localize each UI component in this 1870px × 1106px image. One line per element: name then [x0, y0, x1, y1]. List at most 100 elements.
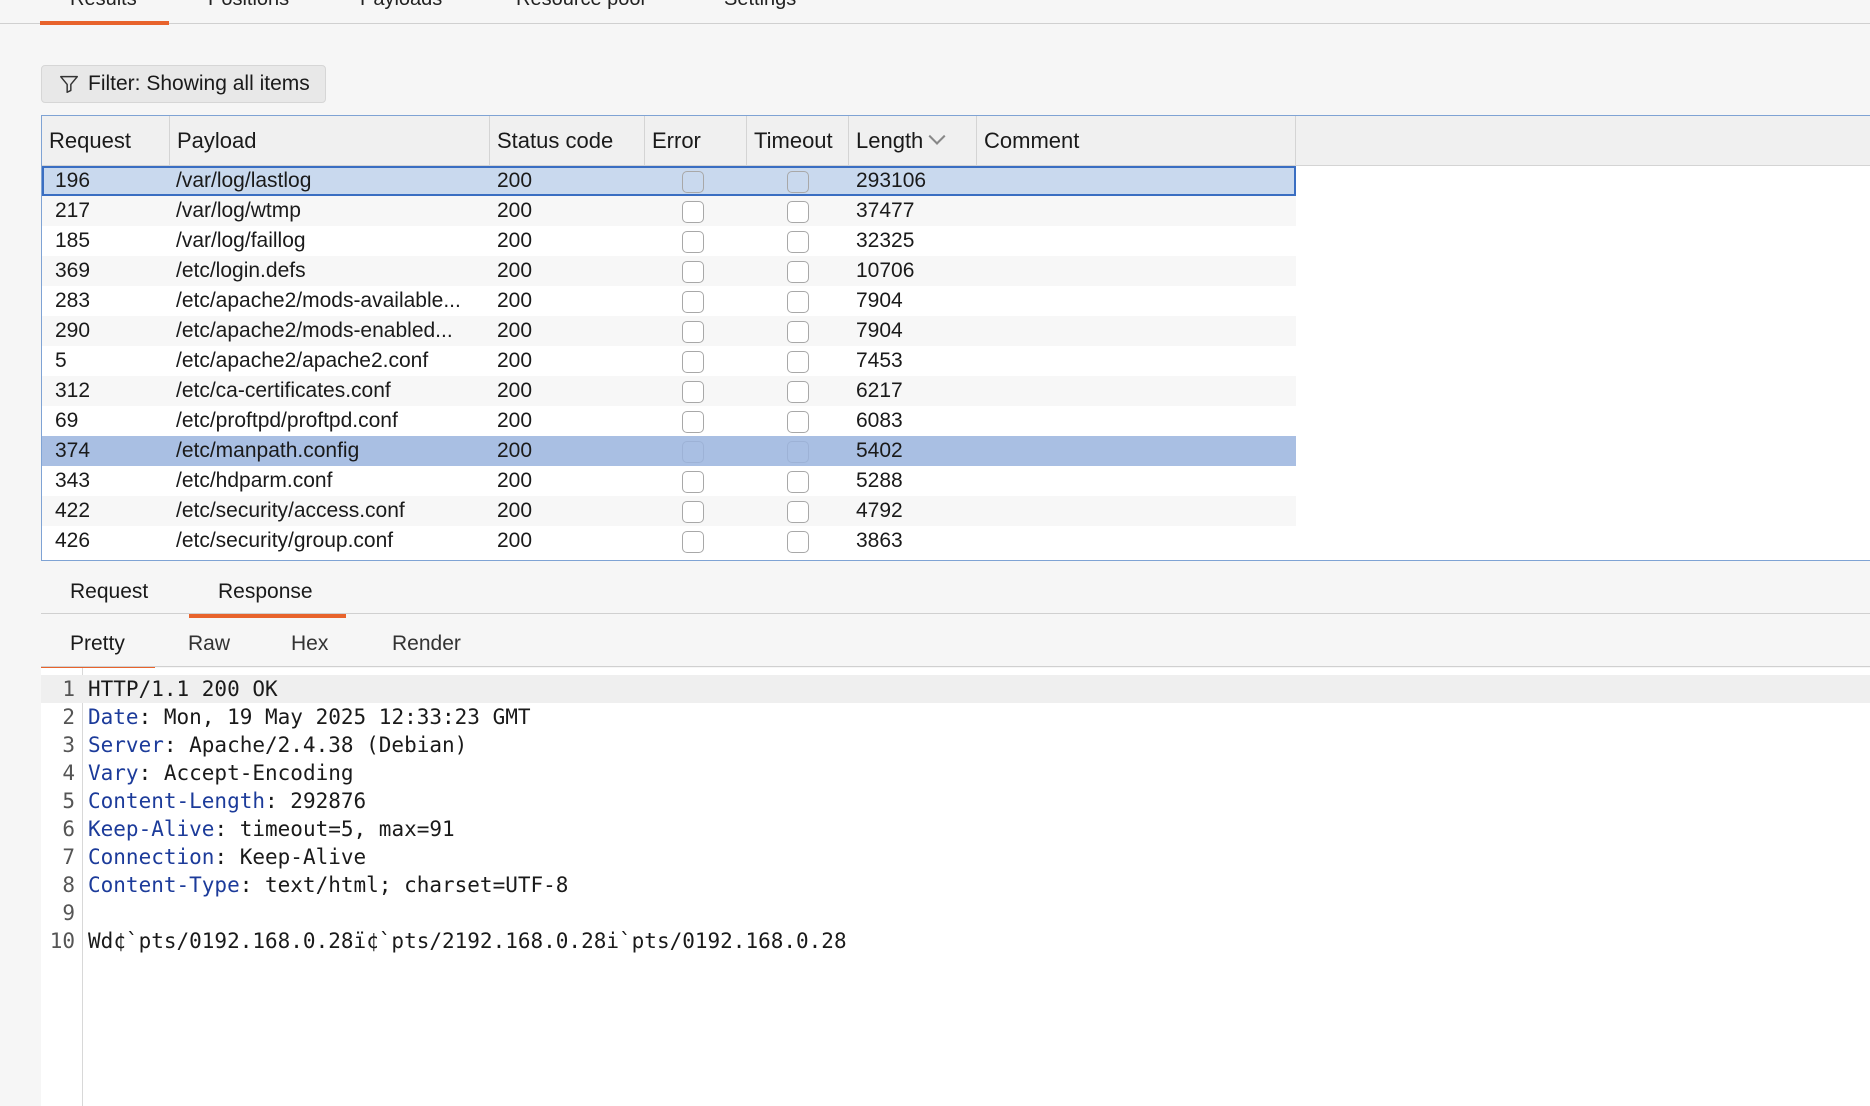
error-checkbox[interactable] — [682, 411, 704, 433]
timeout-checkbox[interactable] — [787, 261, 809, 283]
cell-status: 200 — [497, 259, 533, 282]
tab-response[interactable]: Response — [189, 580, 345, 618]
cell-payload: /etc/login.defs — [176, 259, 306, 282]
table-row[interactable]: 312/etc/ca-certificates.conf 200 6217 — [42, 376, 1296, 406]
column-header-request[interactable]: Request — [42, 116, 170, 165]
tab-render[interactable]: Render — [392, 632, 461, 656]
code-line: 3 Server: Apache/2.4.38 (Debian) — [41, 731, 1870, 759]
cell-payload: /etc/security/access.conf — [176, 499, 405, 522]
code-line: 4 Vary: Accept-Encoding — [41, 759, 1870, 787]
cell-length: 3863 — [856, 529, 903, 552]
error-checkbox[interactable] — [682, 381, 704, 403]
error-checkbox[interactable] — [682, 441, 704, 463]
tab-results[interactable]: Results — [40, 0, 169, 25]
line-content: Keep-Alive: timeout=5, max=91 — [88, 815, 455, 843]
error-checkbox[interactable] — [682, 471, 704, 493]
cell-payload: /etc/apache2/mods-available... — [176, 289, 461, 312]
line-content: Connection: Keep-Alive — [88, 843, 366, 871]
header-value: : 292876 — [265, 789, 367, 813]
tab-request[interactable]: Request — [70, 580, 148, 604]
tab-settings[interactable]: Settings — [724, 0, 796, 11]
table-row[interactable]: 217/var/log/wtmp 200 37477 — [42, 196, 1296, 226]
error-checkbox[interactable] — [682, 351, 704, 373]
table-row[interactable]: 196/var/log/lastlog 200 293106 — [42, 166, 1296, 196]
timeout-checkbox[interactable] — [787, 441, 809, 463]
timeout-checkbox[interactable] — [787, 411, 809, 433]
tab-raw[interactable]: Raw — [188, 632, 230, 656]
column-header-length[interactable]: Length — [849, 116, 977, 165]
timeout-checkbox[interactable] — [787, 321, 809, 343]
table-row[interactable]: 185/var/log/faillog 200 32325 — [42, 226, 1296, 256]
code-line: 7 Connection: Keep-Alive — [41, 843, 1870, 871]
timeout-checkbox[interactable] — [787, 471, 809, 493]
line-number: 10 — [49, 929, 75, 953]
cell-comment — [977, 196, 1296, 226]
cell-length: 32325 — [856, 229, 915, 252]
column-header-comment[interactable]: Comment — [977, 116, 1296, 165]
funnel-icon — [60, 75, 78, 93]
timeout-checkbox[interactable] — [787, 231, 809, 253]
response-editor[interactable]: 1 HTTP/1.1 200 OK 2 Date: Mon, 19 May 2025 … — [41, 668, 1870, 1106]
column-header-timeout[interactable]: Timeout — [747, 116, 849, 165]
filter-button[interactable]: Filter: Showing all items — [41, 65, 326, 103]
table-row[interactable]: 369/etc/login.defs 200 10706 — [42, 256, 1296, 286]
cell-length: 6083 — [856, 409, 903, 432]
table-row[interactable]: 290/etc/apache2/mods-enabled... 200 7904 — [42, 316, 1296, 346]
code-line: 1 HTTP/1.1 200 OK — [41, 675, 1870, 703]
column-header-error[interactable]: Error — [645, 116, 747, 165]
timeout-checkbox[interactable] — [787, 531, 809, 553]
table-row[interactable]: 5/etc/apache2/apache2.conf 200 7453 — [42, 346, 1296, 376]
error-checkbox[interactable] — [682, 291, 704, 313]
cell-status: 200 — [497, 319, 533, 342]
line-number: 3 — [62, 733, 75, 757]
timeout-checkbox[interactable] — [787, 291, 809, 313]
cell-request: 369 — [55, 259, 91, 282]
cell-payload: /etc/security/group.conf — [176, 529, 394, 552]
timeout-checkbox[interactable] — [787, 351, 809, 373]
code-line: 8 Content-Type: text/html; charset=UTF-8 — [41, 871, 1870, 899]
tab-payloads[interactable]: Payloads — [360, 0, 442, 11]
timeout-checkbox[interactable] — [787, 501, 809, 523]
cell-request: 426 — [55, 529, 91, 552]
table-row[interactable]: 283/etc/apache2/mods-available... 200 7904 — [42, 286, 1296, 316]
cell-status: 200 — [497, 469, 533, 492]
results-table: Request Payload Status code Error Timeou… — [41, 115, 1870, 561]
tab-resource-pool[interactable]: Resource pool — [516, 0, 645, 11]
error-checkbox[interactable] — [682, 501, 704, 523]
table-row[interactable]: 343/etc/hdparm.conf 200 5288 — [42, 466, 1296, 496]
tab-positions[interactable]: Positions — [208, 0, 289, 11]
code-line: 9 — [41, 899, 1870, 927]
cell-request: 196 — [55, 169, 91, 192]
table-row[interactable]: 69/etc/proftpd/proftpd.conf 200 6083 — [42, 406, 1296, 436]
line-number: 7 — [62, 845, 75, 869]
cell-request: 5 — [55, 349, 67, 372]
cell-status: 200 — [497, 499, 533, 522]
code-line: 6 Keep-Alive: timeout=5, max=91 — [41, 815, 1870, 843]
table-row[interactable]: 374/etc/manpath.config 200 5402 — [42, 436, 1296, 466]
header-name: Server — [88, 733, 164, 757]
error-checkbox[interactable] — [682, 321, 704, 343]
cell-payload: /etc/apache2/apache2.conf — [176, 349, 429, 372]
timeout-checkbox[interactable] — [787, 171, 809, 193]
tab-hex[interactable]: Hex — [291, 632, 328, 656]
error-checkbox[interactable] — [682, 201, 704, 223]
timeout-checkbox[interactable] — [787, 381, 809, 403]
cell-request: 422 — [55, 499, 91, 522]
column-header-status-code[interactable]: Status code — [490, 116, 645, 165]
cell-payload: /etc/manpath.config — [176, 439, 360, 462]
error-checkbox[interactable] — [682, 531, 704, 553]
top-tab-bar: Results Positions Payloads Resource pool… — [0, 0, 1870, 25]
error-checkbox[interactable] — [682, 171, 704, 193]
error-checkbox[interactable] — [682, 231, 704, 253]
cell-comment — [977, 286, 1296, 316]
tab-pretty[interactable]: Pretty — [41, 632, 155, 671]
code-line: 10 Wd¢`pts/0192.168.0.28ï¢`pts/2192.168.0… — [41, 927, 1870, 955]
timeout-checkbox[interactable] — [787, 201, 809, 223]
table-row[interactable]: 426/etc/security/group.conf 200 3863 — [42, 526, 1296, 556]
error-checkbox[interactable] — [682, 261, 704, 283]
cell-comment — [977, 256, 1296, 286]
table-row[interactable]: 422/etc/security/access.conf 200 4792 — [42, 496, 1296, 526]
cell-comment — [977, 526, 1296, 556]
cell-status: 200 — [497, 409, 533, 432]
column-header-payload[interactable]: Payload — [170, 116, 490, 165]
